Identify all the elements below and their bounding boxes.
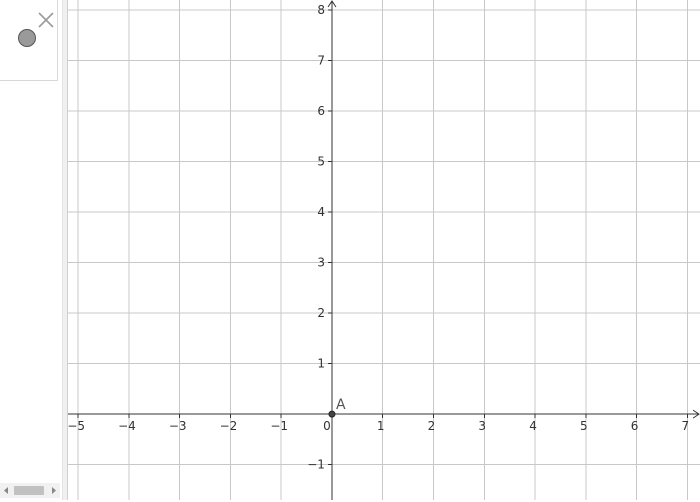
scroll-right-arrow-icon[interactable] [48,483,60,498]
visibility-toggle[interactable] [18,29,36,47]
x-tick-label: 7 [681,419,689,433]
x-tick-label: 3 [478,419,486,433]
x-tick-label: 5 [580,419,588,433]
x-tick-label: −5 [68,419,85,433]
x-tick-label: −3 [169,419,187,433]
x-tick-label: −2 [220,419,238,433]
y-tick-label: 5 [317,155,325,169]
x-tick-label: −1 [270,419,288,433]
x-tick-label: 4 [529,419,537,433]
scrollbar-thumb[interactable] [14,486,44,495]
graphics-canvas[interactable]: −5 −4 −3 −2 −1 0 1 2 3 4 5 6 7 −1 1 2 3 4 5 6 7 8 A [68,0,700,500]
horizontal-scrollbar[interactable] [0,483,60,498]
y-tick-label: 6 [317,104,325,118]
x-tick-label: −4 [118,419,136,433]
close-icon[interactable] [36,10,56,30]
x-tick-label: 6 [631,419,639,433]
point-a-label: A [336,397,346,413]
scroll-left-arrow-icon[interactable] [0,483,12,498]
algebra-row-point-a[interactable] [0,0,58,81]
y-tick-label: 4 [317,205,325,219]
y-tick-label: 2 [317,306,325,320]
y-tick-label: −1 [307,458,325,472]
y-tick-label: 1 [317,357,325,371]
x-tick-label: 2 [428,419,436,433]
algebra-panel [0,0,62,500]
graphics-view[interactable]: −5 −4 −3 −2 −1 0 1 2 3 4 5 6 7 −1 1 2 3 4 5 6 7 8 A [68,0,700,500]
point-a[interactable] [328,410,336,418]
y-tick-label: 3 [317,256,325,270]
x-tick-label: 0 [323,419,331,433]
y-tick-label: 8 [317,3,325,17]
y-tick-label: 7 [317,54,325,68]
x-tick-label: 1 [377,419,385,433]
